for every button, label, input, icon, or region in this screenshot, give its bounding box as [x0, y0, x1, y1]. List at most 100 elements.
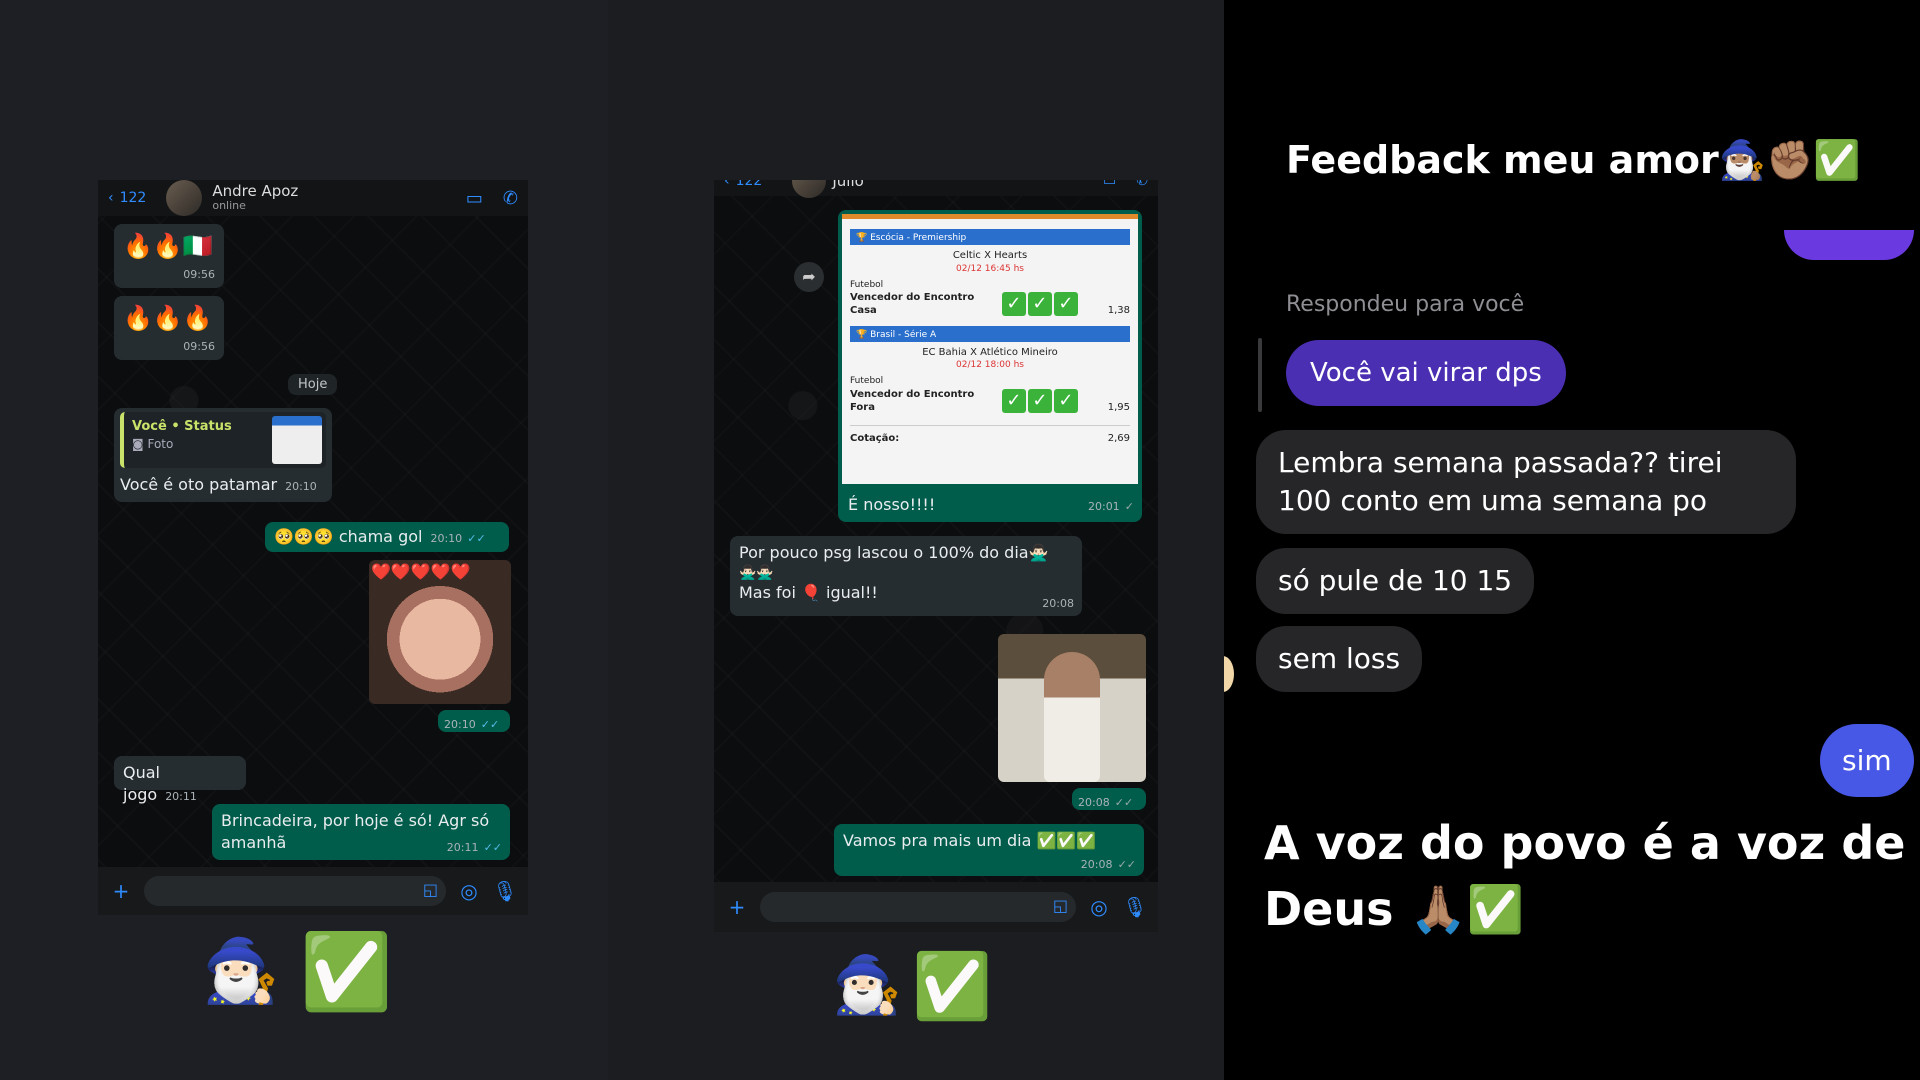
message-time: 09:56 — [183, 340, 215, 354]
video-thumbnail[interactable] — [998, 634, 1146, 782]
read-check-icon: ✓ — [1124, 500, 1134, 514]
avatar[interactable] — [792, 180, 827, 198]
message-emojis: 🔥🔥🔥 — [123, 304, 213, 332]
video-call-icon[interactable]: ▭ — [1103, 180, 1116, 189]
video-call-icon[interactable]: ▭ — [466, 188, 483, 209]
left-phone-screenshot: ‹ 122 Andre Apoz online ▭ ✆ 🔥🔥🇮🇹 09:56 🔥… — [98, 180, 528, 915]
message-text: Qual jogo — [123, 763, 160, 804]
message-time: 20:10 — [444, 718, 476, 731]
message-bubble[interactable]: Por pouco psg lascou o 100% do dia🙅🏻‍♂️ … — [730, 536, 1082, 616]
left-panel: ‹ 122 Andre Apoz online ▭ ✆ 🔥🔥🇮🇹 09:56 🔥… — [0, 0, 608, 1080]
story-footer-line2: Deus 🙏🏽✅ — [1264, 882, 1525, 936]
message-bubble[interactable]: Brincadeira, por hoje é só! Agr só amanh… — [212, 804, 510, 860]
quoted-message[interactable]: Você vai virar dps — [1286, 340, 1566, 406]
sent-message-bubble[interactable]: sim — [1820, 724, 1914, 797]
back-count[interactable]: 122 — [120, 190, 147, 206]
message-time: 20:08 — [1080, 858, 1113, 872]
phone-call-icon[interactable]: ✆ — [1136, 180, 1148, 189]
camera-icon[interactable]: ◎ — [456, 879, 482, 903]
photo-message[interactable]: ❤️❤️❤️❤️❤️ — [369, 560, 511, 704]
read-check-icon: ✓✓ — [467, 532, 486, 545]
ticket-match: EC Bahia X Atlético Mineiro — [922, 346, 1058, 358]
microphone-icon[interactable]: 🎙 — [492, 879, 518, 903]
read-check-icon: ✓✓ — [480, 718, 500, 731]
read-check-icon: ✓✓ — [483, 841, 502, 855]
message-time: 20:08 — [1042, 597, 1074, 611]
ticket-date: 02/12 18:00 hs — [956, 360, 1024, 371]
message-text: Você é oto patamar — [120, 475, 278, 494]
camera-icon: ◙ — [132, 436, 144, 451]
message-bubble[interactable]: sem loss — [1256, 626, 1423, 692]
message-bubble[interactable]: só pule de 10 15 — [1256, 548, 1535, 614]
video-time-bubble: 20:08 ✓✓ — [1072, 788, 1146, 810]
chat-input-bar: + ◱ ◎ 🎙 — [714, 882, 1158, 932]
ticket-market: Vencedor do Encontro — [850, 291, 975, 303]
message-bubble[interactable]: 🔥🔥🔥 09:56 — [114, 296, 224, 360]
contact-name: Andre Apoz — [212, 182, 299, 201]
message-emojis: 🔥🔥🇮🇹 — [123, 232, 213, 260]
ticket-league: 🏆 Brasil - Série A — [850, 325, 1130, 342]
quoted-status[interactable]: Você • Status ◙ Foto — [120, 412, 326, 468]
replied-label: Respondeu para você — [1286, 292, 1525, 317]
message-time: 20:01 — [1087, 500, 1120, 514]
message-bubble[interactable]: Vamos pra mais um dia ✅✅✅ 20:08 ✓✓ — [834, 824, 1144, 876]
message-bubble[interactable]: 🥺🥺🥺 chama gol 20:10 ✓✓ — [265, 522, 509, 552]
plus-icon[interactable]: + — [724, 895, 750, 919]
ticket-market: Vencedor do Encontro — [850, 388, 975, 400]
quoted-thumbnail — [272, 416, 322, 464]
message-input[interactable]: ◱ — [760, 892, 1076, 922]
photo-time-bubble: 20:10 ✓✓ — [438, 710, 510, 732]
wizard-sticker: 🧙🏻‍♂️ — [202, 934, 280, 1007]
read-check-icon: ✓✓ — [1117, 858, 1136, 872]
ticket-odd: 1,95 — [1107, 402, 1130, 414]
bet-ticket-image[interactable]: 🏆 Escócia - Premiership Celtic X Hearts … — [842, 214, 1138, 484]
message-text: Vamos pra mais um dia ✅✅✅ — [843, 831, 1097, 850]
plus-icon[interactable]: + — [108, 879, 134, 903]
chat-header: ‹ 122 Julio ▭ ✆ — [714, 180, 1158, 198]
ticket-quote-value: 2,69 — [1107, 432, 1130, 444]
message-text: É nosso!!!! — [848, 495, 936, 515]
check-emoji: ✅ — [912, 950, 992, 1024]
story-footer-line1: A voz do povo é a voz de — [1264, 816, 1906, 870]
hearts-overlay: ❤️❤️❤️❤️❤️ — [371, 562, 471, 581]
message-bubble[interactable]: Lembra semana passada?? tirei 100 conto … — [1256, 430, 1796, 534]
sticker-icon[interactable]: ◱ — [1053, 896, 1068, 915]
message-bubble[interactable]: 🔥🔥🇮🇹 09:56 — [114, 224, 224, 288]
ticket-sport: Futebol — [850, 376, 884, 387]
sticker-icon[interactable]: ◱ — [423, 880, 438, 899]
check-emoji: ✅ — [300, 929, 393, 1015]
green-checks: ✓ ✓ ✓ — [1001, 389, 1080, 414]
back-count[interactable]: 122 — [736, 180, 763, 189]
avatar[interactable] — [166, 180, 203, 216]
contact-status: online — [212, 199, 246, 213]
ticket-pick: Casa — [850, 305, 877, 317]
camera-icon[interactable]: ◎ — [1086, 895, 1112, 919]
message-bubble[interactable]: Qual jogo 20:11 — [114, 756, 246, 804]
message-text-line: 🙅🏻‍♂️🙅🏻‍♂️ — [739, 564, 774, 581]
ticket-date: 02/12 16:45 hs — [956, 263, 1024, 274]
read-check-icon: ✓✓ — [1114, 796, 1134, 809]
story-title: Feedback meu amor🧙🏽‍♂️✊🏽✅ — [1286, 138, 1861, 182]
partial-bubble — [1784, 230, 1914, 260]
quoted-type: Foto — [147, 436, 174, 451]
back-chevron-icon[interactable]: ‹ — [724, 180, 730, 189]
message-time: 20:11 — [165, 789, 197, 803]
reply-message-bubble[interactable]: Você • Status ◙ Foto Você é oto patamar 2… — [114, 408, 332, 502]
message-text-line: Por pouco psg lascou o 100% do dia🙅🏻‍♂️ — [739, 543, 1049, 562]
message-time: 20:08 — [1078, 796, 1110, 809]
contact-info[interactable]: Andre Apoz online — [212, 182, 299, 213]
ticket-odd: 1,38 — [1107, 305, 1130, 317]
forward-icon[interactable]: ➦ — [794, 262, 824, 292]
day-divider: Hoje — [288, 374, 338, 395]
message-input[interactable]: ◱ — [144, 876, 446, 906]
ticket-quote-label: Cotação: — [850, 432, 900, 444]
phone-call-icon[interactable]: ✆ — [503, 188, 518, 209]
back-chevron-icon[interactable]: ‹ — [108, 190, 114, 206]
green-checks: ✓ ✓ ✓ — [1001, 292, 1080, 317]
microphone-icon[interactable]: 🎙 — [1122, 895, 1148, 919]
middle-phone-screenshot: ‹ 122 Julio ▭ ✆ ➦ 🏆 Escócia - Premiershi… — [714, 180, 1158, 932]
message-time: 20:10 — [430, 532, 463, 545]
ticket-sport: Futebol — [850, 279, 884, 290]
image-message-bubble[interactable]: 🏆 Escócia - Premiership Celtic X Hearts … — [838, 210, 1142, 522]
message-text-line: Mas foi 🎈 igual!! — [739, 583, 878, 603]
